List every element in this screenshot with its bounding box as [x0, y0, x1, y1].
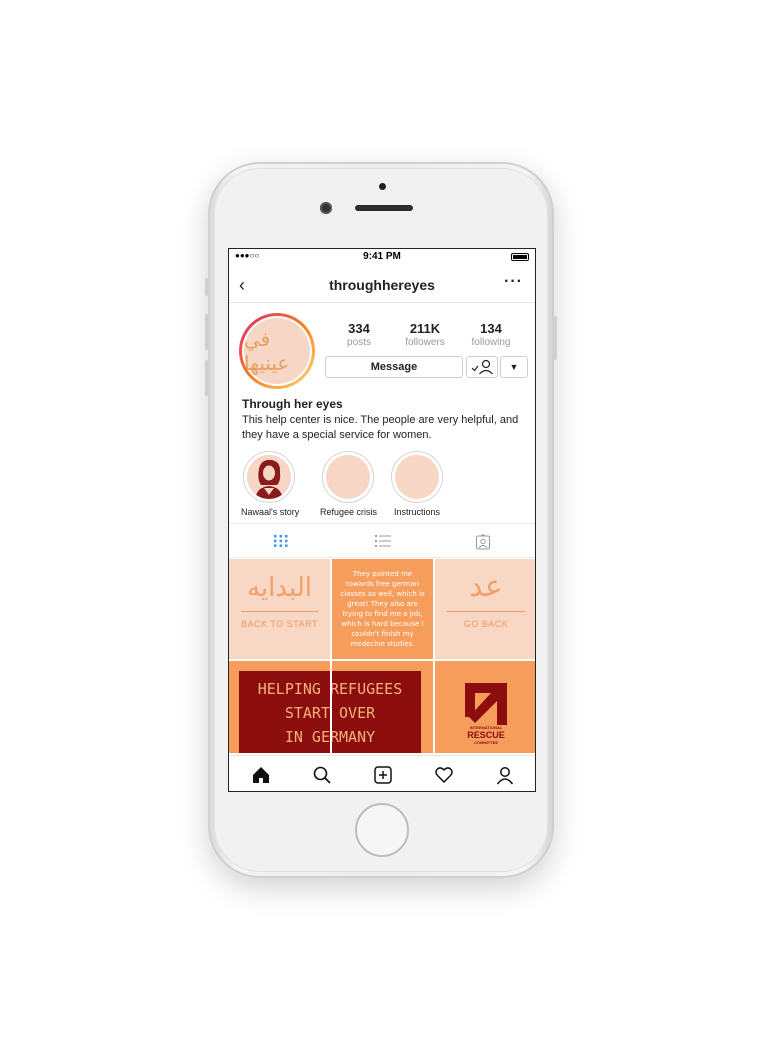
- post-quote[interactable]: They pointed me towards free german clas…: [332, 559, 433, 659]
- following-button[interactable]: [466, 356, 498, 378]
- post-arabic-text: البدايه: [246, 573, 313, 603]
- profile-stats: 334 posts 211K followers 134 following: [325, 321, 529, 351]
- front-camera: [320, 202, 332, 214]
- more-options-icon[interactable]: ···: [504, 273, 523, 291]
- power-button: [554, 316, 557, 360]
- status-bar: ●●●○○ 9:41 PM: [229, 249, 535, 265]
- search-icon: [313, 766, 331, 784]
- bio-name: Through her eyes: [242, 397, 343, 411]
- grid-gap: [330, 661, 332, 753]
- username-title: throughhereyes: [329, 277, 435, 293]
- followers-count[interactable]: 211K followers: [391, 321, 459, 348]
- divider: [229, 302, 535, 303]
- divider: [229, 523, 535, 524]
- bio-text: This help center is nice. The people are…: [242, 414, 519, 441]
- highlight-cover: [395, 455, 439, 499]
- nav-new-post[interactable]: [373, 765, 393, 785]
- highlight-nawaals-story[interactable]: Nawaal's story: [241, 451, 300, 517]
- post-arabic-text: عد: [469, 569, 503, 604]
- stat-value: 211K: [409, 321, 441, 336]
- avatar[interactable]: في عينيها: [239, 313, 315, 389]
- app-screen: ●●●○○ 9:41 PM ‹ throughhereyes ··· في عي…: [228, 248, 536, 792]
- battery-icon: [511, 253, 529, 261]
- tagged-icon: [476, 533, 490, 550]
- highlight-ring: [391, 451, 443, 503]
- stat-value: 334: [348, 321, 370, 336]
- volume-up-button: [205, 314, 208, 350]
- highlight-label: Instructions: [393, 507, 441, 517]
- home-button[interactable]: [355, 803, 409, 857]
- irc-logo-mark: [465, 683, 507, 725]
- highlight-ring: [322, 451, 374, 503]
- heart-icon: [435, 767, 453, 784]
- highlight-cover: [247, 455, 291, 499]
- post-quote-text: They pointed me towards free german clas…: [340, 570, 425, 648]
- message-button[interactable]: Message: [325, 356, 463, 378]
- highlight-ring: [243, 451, 295, 503]
- post-caption: BACK TO START: [241, 619, 318, 629]
- highlight-refugee-crisis[interactable]: Refugee crisis: [320, 451, 378, 517]
- post-divider: [447, 611, 525, 612]
- volume-down-button: [205, 360, 208, 396]
- following-count[interactable]: 134 following: [457, 321, 525, 348]
- stat-label: followers: [405, 337, 445, 348]
- tab-list[interactable]: [374, 534, 394, 548]
- nav-search[interactable]: [312, 765, 332, 785]
- posts-count[interactable]: 334 posts: [325, 321, 393, 348]
- profile-icon: [496, 767, 514, 785]
- post-back-to-start[interactable]: البدايه BACK TO START: [229, 559, 330, 659]
- post-irc-logo[interactable]: INTERNATIONAL RESCUE COMMITTEE: [435, 661, 535, 753]
- list-icon: [375, 535, 391, 547]
- side-button: [205, 278, 208, 296]
- post-helping-refugees[interactable]: HELPING REFUGEES START OVER IN GERMANY: [229, 661, 433, 753]
- divider: [229, 557, 535, 558]
- highlight-label: Refugee crisis: [320, 507, 378, 517]
- home-icon: [253, 767, 269, 783]
- highlight-cover: [326, 455, 370, 499]
- stat-label: following: [471, 337, 511, 348]
- tab-grid[interactable]: [273, 534, 293, 548]
- post-go-back[interactable]: عد GO BACK: [435, 559, 535, 659]
- suggestions-dropdown-button[interactable]: ▼: [500, 356, 528, 378]
- stat-value: 134: [480, 321, 502, 336]
- irc-logo: INTERNATIONAL RESCUE COMMITTEE: [463, 681, 509, 747]
- woman-portrait-icon: [247, 455, 291, 499]
- nav-profile[interactable]: [495, 765, 515, 785]
- post-divider: [241, 611, 318, 612]
- highlight-instructions[interactable]: Instructions: [389, 451, 445, 517]
- stat-label: posts: [347, 337, 371, 348]
- logo-line: RESCUE: [467, 730, 505, 740]
- nav-activity[interactable]: [434, 765, 454, 785]
- avatar-logo: في عينيها: [244, 318, 310, 384]
- post-caption: GO BACK: [463, 619, 509, 629]
- grid-icon: [274, 535, 288, 547]
- nav-home[interactable]: [251, 765, 271, 785]
- status-time: 9:41 PM: [363, 251, 401, 262]
- following-person-icon: [471, 359, 493, 375]
- proximity-sensor: [379, 183, 386, 190]
- bottom-navigation: [229, 755, 535, 791]
- profile-header: ‹ throughhereyes ···: [229, 271, 535, 299]
- add-post-icon: [374, 766, 392, 784]
- earpiece-speaker: [355, 205, 413, 211]
- highlight-label: Nawaal's story: [241, 507, 300, 517]
- tab-tagged[interactable]: [475, 533, 495, 550]
- logo-line: COMMITTEE: [474, 740, 498, 745]
